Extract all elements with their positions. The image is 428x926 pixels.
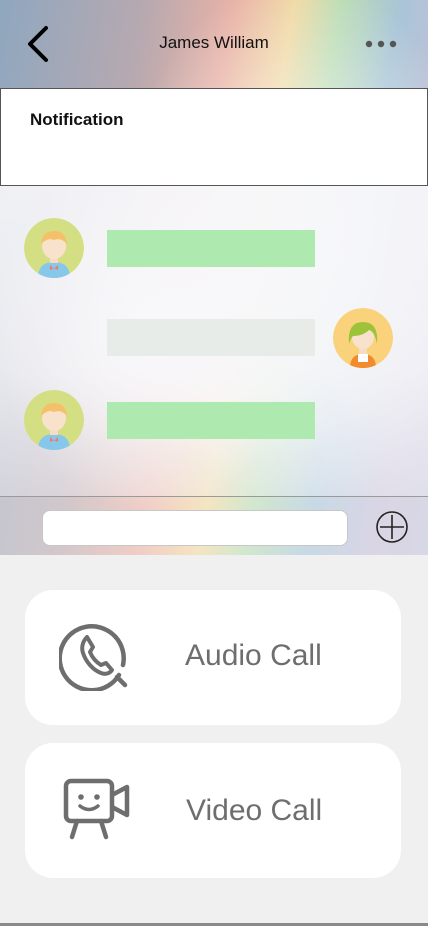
incoming-message-bubble[interactable] (107, 402, 315, 439)
notification-panel: Notification (0, 88, 428, 186)
chat-screen: James William Notification Audio Call Vi… (0, 0, 428, 926)
more-horizontal-icon (365, 40, 397, 48)
audio-call-button[interactable]: Audio Call (25, 590, 401, 725)
audio-call-label: Audio Call (185, 639, 322, 672)
message-list (0, 186, 428, 496)
phone-circle-icon (59, 624, 128, 691)
notification-title: Notification (30, 110, 124, 129)
video-camera-icon (63, 778, 130, 840)
girl-avatar-icon (333, 308, 393, 368)
outgoing-message-bubble[interactable] (107, 319, 315, 356)
contact-avatar[interactable] (24, 218, 84, 278)
my-avatar[interactable] (333, 308, 393, 368)
plus-circle-icon (376, 511, 408, 543)
contact-avatar[interactable] (24, 390, 84, 450)
boy-avatar-icon (24, 390, 84, 450)
add-attachment-button[interactable] (375, 510, 409, 544)
video-call-button[interactable]: Video Call (25, 743, 401, 878)
header: James William (0, 0, 428, 88)
call-options-panel: Audio Call Video Call (0, 555, 428, 926)
more-options-button[interactable] (362, 30, 402, 58)
incoming-message-bubble[interactable] (107, 230, 315, 267)
video-call-label: Video Call (186, 794, 323, 827)
message-composer (0, 497, 428, 555)
message-input[interactable] (42, 510, 348, 546)
boy-avatar-icon (24, 218, 84, 278)
